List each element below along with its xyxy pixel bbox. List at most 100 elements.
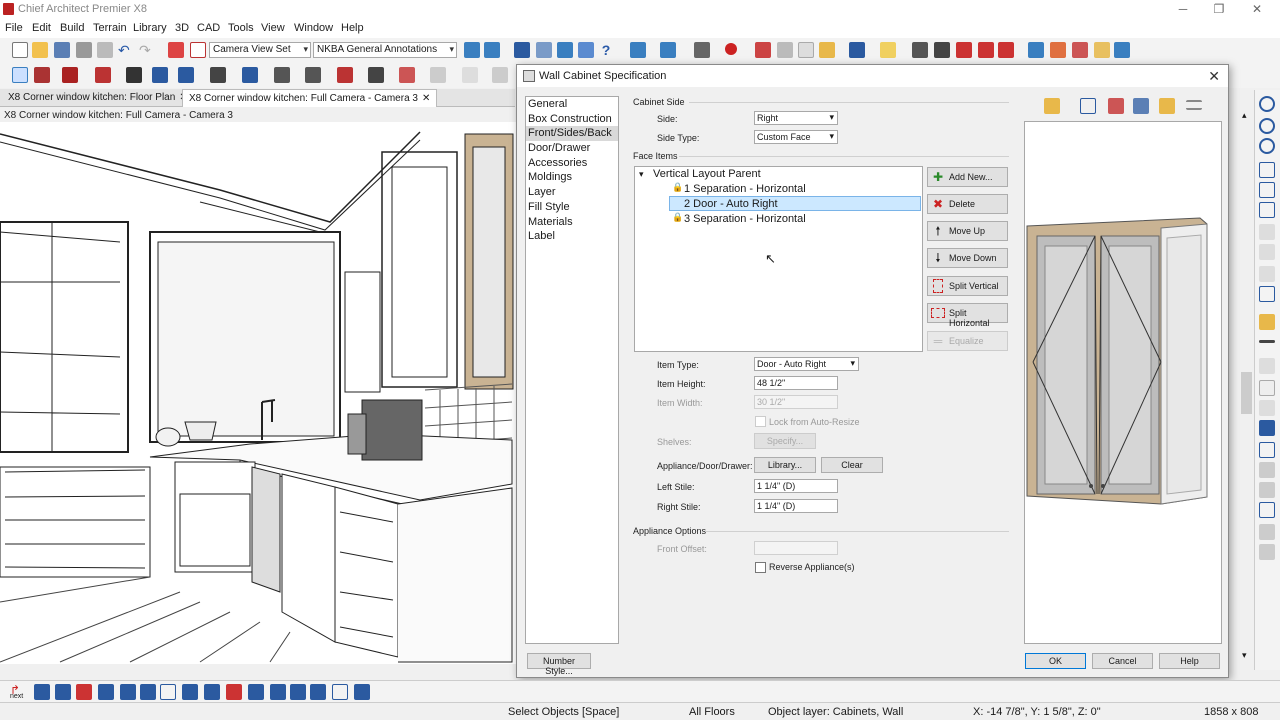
page-icon[interactable] [1259, 380, 1275, 396]
window-icon[interactable] [242, 67, 258, 83]
bottom-tool-4-icon[interactable] [98, 684, 114, 700]
schedule-icon[interactable] [536, 42, 552, 58]
move-up-button[interactable]: 🠕 Move Up [927, 221, 1008, 241]
new-icon[interactable] [12, 42, 28, 58]
window-zoom-icon[interactable] [1259, 202, 1275, 218]
preview-render-icon[interactable] [1159, 98, 1175, 114]
view-a-icon[interactable] [1028, 42, 1044, 58]
scroll-down-icon[interactable]: ▾ [1242, 650, 1247, 661]
menu-3d[interactable]: 3D [175, 22, 189, 34]
menu-help[interactable]: Help [341, 22, 364, 34]
elevation-icon[interactable] [660, 42, 676, 58]
bottom-tool-13-icon[interactable] [290, 684, 306, 700]
close-icon[interactable]: ✕ [1208, 68, 1220, 85]
menu-tools[interactable]: Tools [228, 22, 254, 34]
split-horizontal-button[interactable]: Split Horizontal [927, 303, 1008, 328]
tool-a-icon[interactable] [934, 42, 950, 58]
bottom-tool-12-icon[interactable] [270, 684, 286, 700]
divider-icon[interactable] [1259, 340, 1275, 343]
sun-icon[interactable] [912, 42, 928, 58]
undo-icon[interactable]: ↶ [118, 42, 134, 58]
menu-library[interactable]: Library [133, 22, 167, 34]
preview-view-icon[interactable] [1044, 98, 1060, 114]
item-width-input[interactable]: 30 1/2" [754, 395, 838, 409]
face-items-tree[interactable]: ▾ Vertical Layout Parent 🔒 1 Separation … [634, 166, 923, 352]
nav-materials[interactable]: Materials [526, 215, 618, 230]
select-objects-icon[interactable] [12, 67, 28, 83]
view-d-icon[interactable] [1094, 42, 1110, 58]
specify-button[interactable]: Specify... [754, 433, 816, 449]
close-icon[interactable]: ✕ [422, 93, 430, 104]
cabinet-icon[interactable] [95, 67, 111, 83]
clear-button[interactable]: Clear [821, 457, 883, 473]
tool-icon[interactable] [1259, 244, 1275, 260]
item-type-select[interactable]: Door - Auto Right [754, 357, 859, 371]
arc-icon[interactable] [492, 67, 508, 83]
side-type-select[interactable]: Custom Face [754, 130, 838, 144]
undo-zoom-icon[interactable] [1259, 266, 1275, 282]
render-icon[interactable] [755, 42, 771, 58]
scroll-thumb[interactable] [1241, 372, 1252, 414]
scroll-up-icon[interactable]: ▴ [1242, 110, 1247, 121]
save-icon[interactable] [54, 42, 70, 58]
bottom-tool-14-icon[interactable] [310, 684, 326, 700]
delete-button[interactable]: ✖ Delete [927, 194, 1008, 214]
bottom-tool-2-icon[interactable] [55, 684, 71, 700]
stairs-icon[interactable] [274, 67, 290, 83]
bottom-tool-1-icon[interactable] [34, 684, 50, 700]
home-view-icon[interactable] [849, 42, 865, 58]
grid-c-icon[interactable] [1259, 502, 1275, 518]
bottom-tool-9-icon[interactable] [204, 684, 220, 700]
plan-icon[interactable] [514, 42, 530, 58]
redo-icon[interactable]: ↷ [139, 42, 155, 58]
tab-full-camera[interactable]: X8 Corner window kitchen: Full Camera - … [182, 89, 438, 107]
open-icon[interactable] [32, 42, 48, 58]
view-e-icon[interactable] [1114, 42, 1130, 58]
select-icon[interactable] [168, 42, 184, 58]
measure-icon[interactable] [178, 67, 194, 83]
minimize-icon[interactable]: ─ [1168, 2, 1198, 18]
nav-box-construction[interactable]: Box Construction [526, 112, 618, 127]
split-vertical-button[interactable]: Split Vertical [927, 276, 1008, 296]
bottom-tool-7-icon[interactable] [160, 684, 176, 700]
check-icon[interactable] [578, 42, 594, 58]
tree-item-selected[interactable]: 2 Door - Auto Right [684, 198, 778, 210]
right-stile-input[interactable]: 1 1/4" (D) [754, 499, 838, 513]
bottom-tool-8-icon[interactable] [182, 684, 198, 700]
layer-icon[interactable] [464, 42, 480, 58]
menu-cad[interactable]: CAD [197, 22, 220, 34]
help-icon[interactable]: ? [598, 42, 614, 58]
zoom-icon[interactable] [1259, 96, 1275, 112]
number-style-button[interactable]: Number Style... [527, 653, 591, 676]
nav-door-drawer[interactable]: Door/Drawer [526, 141, 618, 156]
align-icon[interactable] [1259, 400, 1275, 416]
zoom-in-icon[interactable] [1259, 118, 1275, 134]
bottom-tool-11-icon[interactable] [248, 684, 264, 700]
build-house-icon[interactable] [368, 67, 384, 83]
bottom-tool-10-icon[interactable] [226, 684, 242, 700]
nav-layer[interactable]: Layer [526, 185, 618, 200]
menu-build[interactable]: Build [60, 22, 84, 34]
fill-window-icon[interactable] [1080, 98, 1096, 114]
vertical-scrollbar[interactable]: ▴ ▾ [1240, 108, 1253, 664]
dimension-icon[interactable] [152, 67, 168, 83]
collapse-icon[interactable]: ▾ [639, 169, 644, 180]
move-down-button[interactable]: 🠗 Move Down [927, 248, 1008, 268]
record-icon[interactable] [725, 43, 737, 55]
bottom-tool-3-icon[interactable] [76, 684, 92, 700]
side-select[interactable]: Right [754, 111, 838, 125]
tree-item[interactable]: 3 Separation - Horizontal [684, 213, 806, 225]
bottom-tool-6-icon[interactable] [140, 684, 156, 700]
print-icon[interactable] [76, 42, 92, 58]
menu-terrain[interactable]: Terrain [93, 22, 127, 34]
room-icon[interactable] [305, 67, 321, 83]
equalize-button[interactable]: ═ Equalize [927, 331, 1008, 351]
tool-b-icon[interactable] [956, 42, 972, 58]
bottom-tool-5-icon[interactable] [120, 684, 136, 700]
zoom-out-icon[interactable] [1259, 138, 1275, 154]
view-b-icon[interactable] [1050, 42, 1066, 58]
tree-item[interactable]: 1 Separation - Horizontal [684, 183, 806, 195]
front-offset-input[interactable] [754, 541, 838, 555]
bottom-tool-15-icon[interactable] [332, 684, 348, 700]
menu-window[interactable]: Window [294, 22, 333, 34]
